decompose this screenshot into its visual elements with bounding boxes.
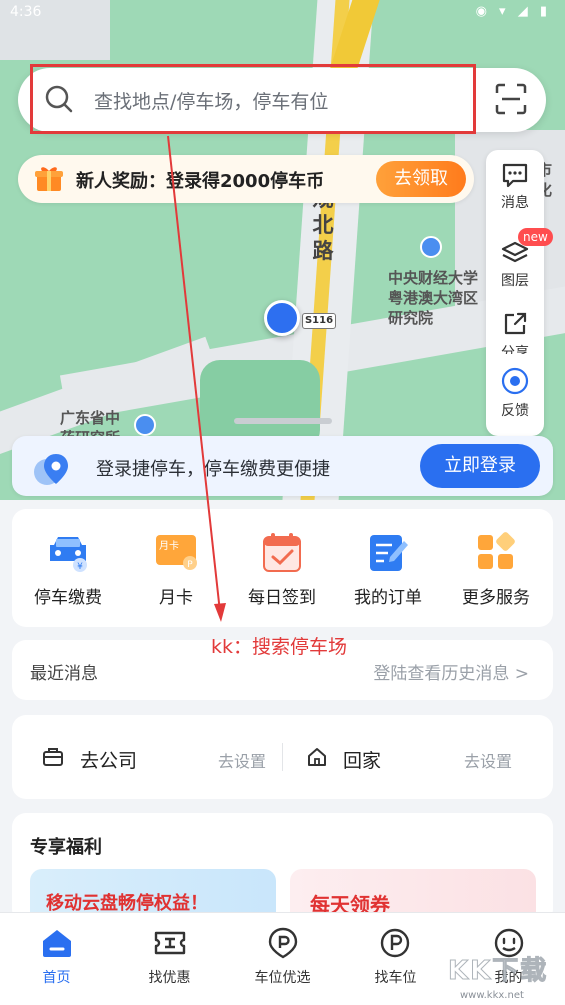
poi-pin-icon[interactable]: [420, 236, 442, 258]
tool-label: 反馈: [501, 403, 529, 419]
service-label: 停车缴费: [34, 588, 102, 608]
view-history-link[interactable]: 登陆查看历史消息 >: [373, 659, 529, 684]
road-shield: S116: [302, 313, 336, 329]
watermark: KK下载: [447, 956, 549, 987]
new-badge: new: [518, 228, 553, 246]
service-monthly-card[interactable]: 月卡 P 月卡: [122, 531, 230, 608]
benefits-title: 专享福利: [30, 837, 102, 858]
calendar-check-icon: [263, 533, 301, 572]
login-now-button[interactable]: 立即登录: [420, 444, 540, 488]
tool-label: 图层: [501, 273, 529, 289]
home-nav-icon: [42, 930, 71, 957]
svg-text:P: P: [187, 560, 193, 570]
service-label: 每日签到: [248, 588, 316, 608]
share-tool[interactable]: 分享: [486, 310, 544, 354]
parking-search-icon: [380, 928, 409, 958]
nav-deals[interactable]: 找优惠: [113, 927, 226, 987]
promo-text: 新人奖励：登录得2000停车币: [76, 171, 325, 192]
nav-spot-select[interactable]: 车位优选: [226, 927, 339, 987]
map-tool-panel: 消息 图层 分享 反馈: [486, 150, 544, 436]
more-services-icon: [478, 532, 515, 569]
login-banner[interactable]: 登录捷停车，停车缴费更便捷 立即登录: [12, 436, 553, 496]
svg-text:¥: ¥: [77, 562, 83, 572]
locate-icon: [501, 367, 529, 395]
services-grid: ¥ 停车缴费 月卡 P 月卡 每日签到 我的订单 更多服务: [12, 509, 553, 627]
home-icon: [308, 748, 326, 766]
monthly-card-icon: 月卡 P: [156, 535, 197, 570]
current-location-icon: [264, 300, 300, 336]
nav-label: 车位优选: [254, 970, 311, 986]
nav-label: 找车位: [374, 970, 417, 986]
exclusive-benefits-card: 专享福利 移动云盘畅停权益！ 每天领券: [12, 813, 553, 923]
login-prompt-text: 登录捷停车，停车缴费更便捷: [96, 459, 330, 480]
search-icon: [45, 85, 73, 113]
coupon-icon: [154, 931, 185, 955]
share-icon: [504, 312, 527, 335]
scan-icon[interactable]: [494, 82, 528, 116]
status-icons: ◉ ▾ ◢ ▮: [475, 4, 551, 19]
service-more[interactable]: 更多服务: [442, 531, 550, 608]
map-poi-label: 中央财经大学粤港澳大湾区研究院: [388, 269, 479, 327]
go-home-label[interactable]: 回家: [343, 746, 381, 773]
divider: [282, 743, 283, 771]
status-bar: 4:36 ◉ ▾ ◢ ▮: [0, 0, 565, 28]
tool-label: 分享: [501, 345, 529, 354]
promo-banner[interactable]: 新人奖励：登录得2000停车币 去领取: [18, 155, 474, 203]
nav-label: 首页: [42, 970, 71, 986]
go-to-company-label[interactable]: 去公司: [80, 746, 137, 773]
parking-pin-icon: [268, 927, 297, 959]
nav-find-spot[interactable]: 找车位: [339, 927, 452, 987]
service-label: 我的订单: [354, 588, 422, 608]
watermark-url: www.kkx.net: [460, 990, 524, 1001]
service-daily-checkin[interactable]: 每日签到: [228, 531, 336, 608]
set-company-button[interactable]: 去设置: [218, 748, 266, 772]
messages-tool[interactable]: 消息: [486, 162, 544, 212]
search-input[interactable]: 查找地点/停车场，停车有位: [94, 87, 328, 114]
nav-label: 找优惠: [148, 970, 191, 986]
order-list-icon: [370, 535, 408, 571]
drag-handle[interactable]: [234, 418, 332, 424]
service-my-orders[interactable]: 我的订单: [334, 531, 442, 608]
car-payment-icon: ¥: [50, 537, 87, 572]
layers-tool[interactable]: 图层: [486, 240, 544, 290]
message-icon: [502, 163, 528, 188]
gift-icon: [35, 167, 63, 191]
service-parking-payment[interactable]: ¥ 停车缴费: [14, 531, 122, 608]
set-home-button[interactable]: 去设置: [464, 748, 512, 772]
briefcase-icon: [43, 748, 63, 766]
claim-reward-button[interactable]: 去领取: [376, 161, 466, 197]
quick-address-card: 去公司 去设置 回家 去设置: [12, 715, 553, 799]
feedback-tool[interactable]: 反馈: [486, 366, 544, 420]
recent-messages-title: 最近消息: [30, 664, 98, 684]
annotation-text: kk：搜索停车场: [211, 636, 348, 658]
nav-home[interactable]: 首页: [0, 927, 113, 987]
svg-text:月卡: 月卡: [159, 539, 179, 552]
service-label: 月卡: [159, 588, 193, 608]
service-label: 更多服务: [462, 588, 530, 608]
status-time: 4:36: [10, 4, 42, 20]
tool-label: 消息: [501, 195, 529, 211]
poi-pin-icon[interactable]: [134, 414, 156, 436]
search-bar[interactable]: 查找地点/停车场，停车有位: [18, 64, 546, 134]
app-logo-icon: [34, 454, 68, 485]
